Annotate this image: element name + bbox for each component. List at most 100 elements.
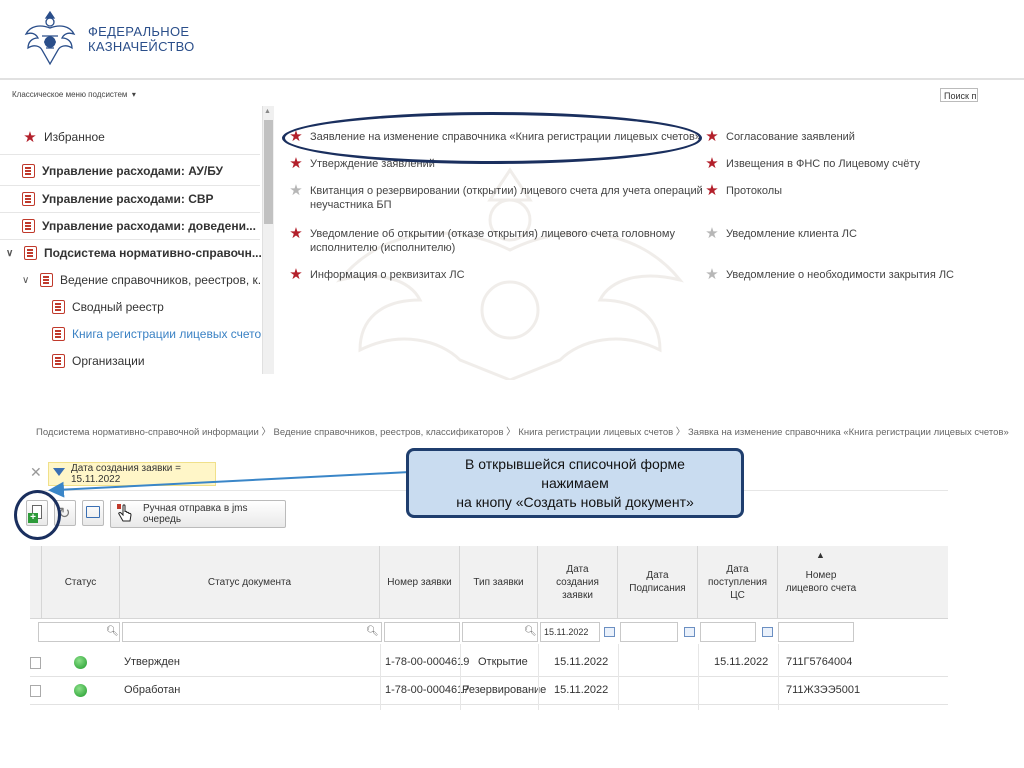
table-header: Статус Статус документа Номер заявки Тип… [30, 546, 948, 619]
star-icon[interactable]: ★ [704, 156, 720, 171]
column-divider [778, 644, 779, 710]
jms-send-button[interactable]: Ручная отправка в jms очередь [110, 500, 286, 528]
column-header-created[interactable]: Дата создания заявки [538, 546, 618, 618]
cell-account: 711Г5764004 [786, 656, 853, 668]
chevron-down-icon[interactable]: ∨ [6, 248, 16, 259]
header-checkbox-column[interactable] [30, 546, 42, 618]
table-row[interactable]: Утвержден 1-78-00-0004619 Открытие 15.11… [30, 648, 948, 677]
column-header-request-type[interactable]: Тип заявки [460, 546, 538, 618]
star-icon[interactable]: ★ [288, 267, 304, 282]
sort-ascending-icon[interactable]: ▲ [816, 550, 825, 560]
column-divider [618, 644, 619, 710]
column-header-label: Статус [64, 576, 97, 588]
status-green-icon [74, 684, 87, 697]
scroll-up-icon[interactable]: ▲ [264, 108, 271, 115]
item-label: Уведомление о необходимости закрытия ЛС [726, 269, 955, 281]
column-header-label: Статус документа [207, 576, 292, 588]
star-icon[interactable]: ★ [288, 156, 304, 171]
search-icon[interactable]: 🔍︎ [366, 626, 379, 637]
cell-doc-status: Обработан [124, 684, 181, 696]
callout-line2: нажимаем [541, 475, 609, 491]
menu-link-account-details[interactable]: ★ Информация о реквизитах ЛС [288, 267, 465, 282]
calendar-icon[interactable] [762, 627, 773, 637]
menu-scrollbar[interactable]: ▲ [262, 106, 274, 374]
requests-table: Статус Статус документа Номер заявки Тип… [30, 546, 948, 710]
cell-received: 15.11.2022 [714, 656, 769, 668]
menu-item-favorites[interactable]: ★ Избранное [22, 124, 105, 150]
reference-book-icon [24, 246, 37, 260]
callout-line1: В открывшейся списочной форме [465, 456, 685, 472]
item-label: Уведомление об открытии (отказе открытия… [310, 228, 676, 254]
menu-item-organizations[interactable]: Организации [52, 348, 145, 374]
column-header-status[interactable]: Статус [42, 546, 120, 618]
menu-item-expenses-au-bu[interactable]: Управление расходами: АУ/БУ [22, 158, 223, 184]
column-divider [380, 644, 381, 710]
treasury-emblem-icon [22, 6, 78, 70]
column-header-doc-status[interactable]: Статус документа [120, 546, 380, 618]
table-row[interactable]: Обработан 1-78-00-0004617 Резервирование… [30, 676, 948, 705]
column-header-request-no[interactable]: Номер заявки [380, 546, 460, 618]
reference-book-icon [22, 192, 35, 206]
menu-link-protocols[interactable]: ★ Протоколы [704, 183, 782, 198]
star-icon[interactable]: ★ [704, 129, 720, 144]
scroll-thumb[interactable] [264, 120, 273, 224]
created-filter-input[interactable]: 15.11.2022 [540, 622, 600, 642]
account-filter-input[interactable] [778, 622, 854, 642]
star-icon[interactable]: ★ [288, 226, 304, 241]
menu-item-label: Избранное [44, 130, 105, 144]
received-filter-input[interactable] [700, 622, 756, 642]
star-icon[interactable]: ★ [704, 183, 720, 198]
column-header-label: Тип заявки [473, 576, 524, 588]
star-icon[interactable]: ★ [704, 267, 720, 282]
column-header-received[interactable]: Дата поступления ЦС [698, 546, 778, 618]
search-input[interactable]: Поиск п [940, 88, 978, 102]
calendar-icon[interactable] [604, 627, 615, 637]
column-header-label: Дата создания заявки [556, 563, 599, 601]
menu-item-label: Управление расходами: доведени... [42, 219, 256, 233]
search-icon[interactable]: 🔍︎ [524, 626, 537, 637]
star-icon[interactable]: ★ [704, 226, 720, 241]
breadcrumb: Подсистема нормативно-справочной информа… [36, 427, 1009, 438]
calendar-icon[interactable] [684, 627, 695, 637]
menu-link-requests-agreement[interactable]: ★ Согласование заявлений [704, 129, 855, 144]
reference-book-icon [40, 273, 53, 287]
star-icon: ★ [23, 128, 37, 146]
menu-link-client-notice[interactable]: ★ Уведомление клиента ЛС [704, 226, 857, 241]
close-filter-icon[interactable]: ✕ [30, 464, 42, 481]
menu-item-reference-management[interactable]: ∨ Ведение справочников, реестров, к... [22, 267, 268, 293]
menu-link-opening-notice[interactable]: ★ Уведомление об открытии (отказе открыт… [288, 226, 676, 255]
reference-book-icon [52, 327, 65, 341]
menu-item-nsi-subsystem[interactable]: ∨ Подсистема нормативно-справочн... [6, 240, 262, 266]
menu-link-fns-notices[interactable]: ★ Извещения в ФНС по Лицевому счёту [704, 156, 920, 171]
cell-created: 15.11.2022 [554, 656, 609, 668]
reference-book-icon [52, 300, 65, 314]
cell-request-no: 1-78-00-0004619 [385, 656, 470, 668]
column-divider [698, 644, 699, 710]
row-checkbox[interactable] [30, 657, 41, 669]
request-no-filter-input[interactable] [384, 622, 460, 642]
menu-item-consolidated-registry[interactable]: Сводный реестр [52, 294, 164, 320]
menu-item-label: Сводный реестр [72, 300, 164, 314]
menu-link-reservation-receipt[interactable]: ★ Квитанция о резервировании (открытии) … [288, 183, 703, 212]
search-icon[interactable]: 🔍︎ [106, 626, 119, 637]
doc-status-filter-input[interactable] [122, 622, 382, 642]
classic-menu-label: Классическое меню подсистем [12, 90, 128, 99]
signed-filter-input[interactable] [620, 622, 678, 642]
menu-link-closure-notice[interactable]: ★ Уведомление о необходимости закрытия Л… [704, 267, 955, 282]
star-icon[interactable]: ★ [288, 183, 304, 198]
menu-item-label: Управление расходами: СВР [42, 192, 214, 206]
chevron-down-icon[interactable]: ∨ [22, 275, 32, 286]
classic-menu-dropdown[interactable]: Классическое меню подсистем ▾ [12, 90, 136, 99]
menu-item-account-registry-book[interactable]: Книга регистрации лицевых счетов [52, 321, 268, 347]
column-header-signed[interactable]: Дата Подписания [618, 546, 698, 618]
printer-icon [86, 506, 100, 518]
column-divider [460, 644, 461, 710]
item-label: Квитанция о резервировании (открытии) ли… [310, 185, 703, 211]
row-checkbox[interactable] [30, 685, 41, 697]
menu-item-expenses-svr[interactable]: Управление расходами: СВР [22, 186, 214, 212]
menu-item-expenses-delivery[interactable]: Управление расходами: доведени... [22, 213, 256, 239]
column-header-label: Дата Подписания [629, 570, 686, 594]
item-label: Информация о реквизитах ЛС [310, 269, 465, 281]
column-header-label: Номер лицевого счета [785, 570, 857, 594]
print-button[interactable] [82, 500, 104, 526]
